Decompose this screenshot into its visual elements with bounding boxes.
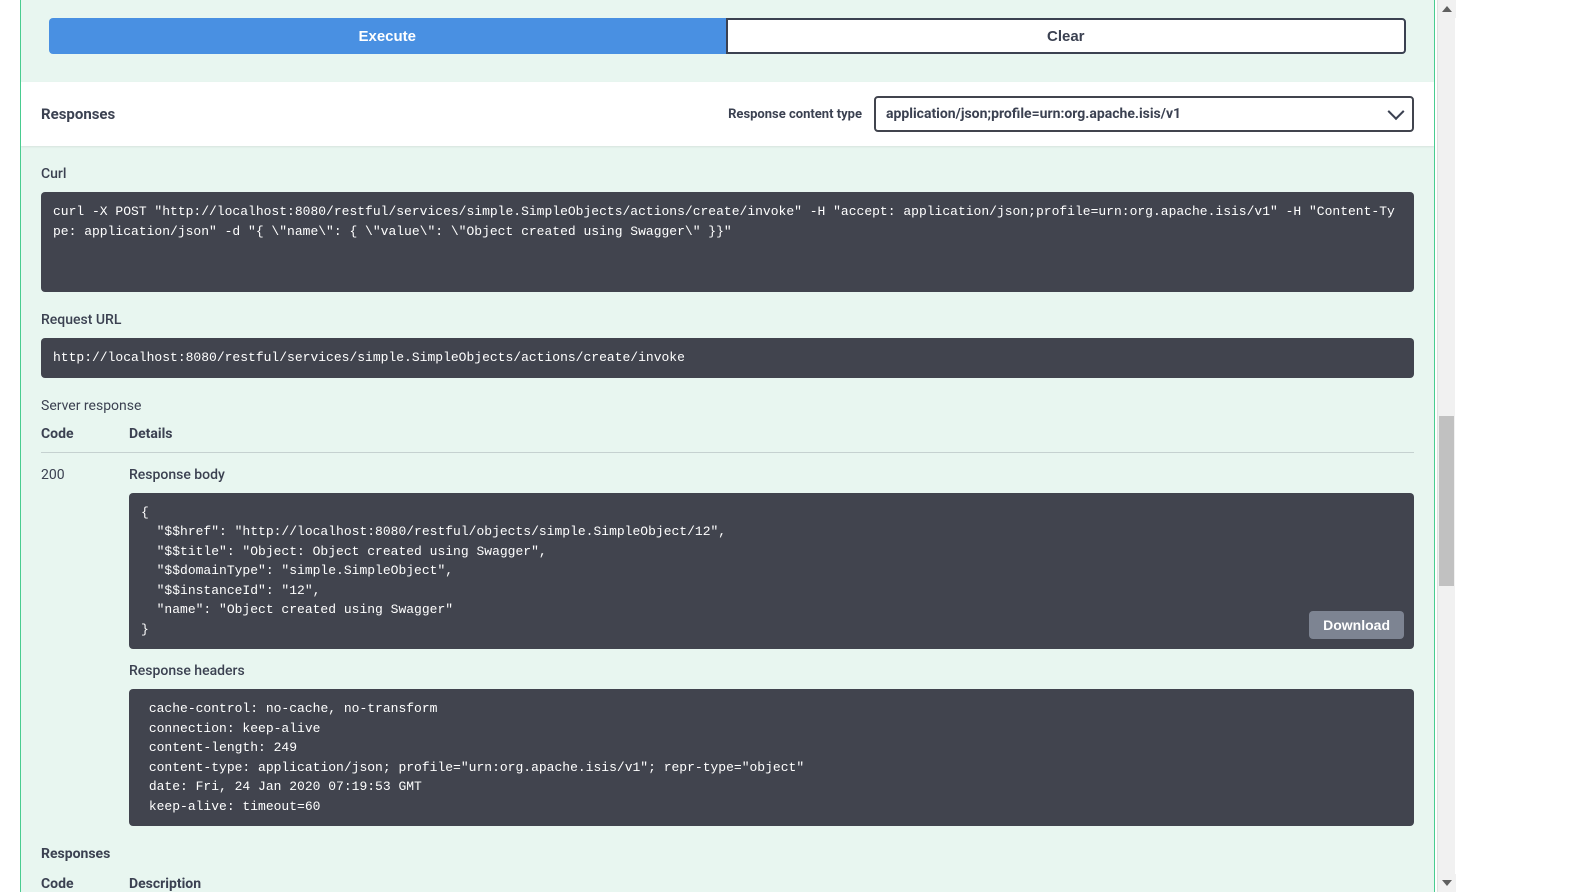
response-body-code[interactable]: { "$$href": "http://localhost:8080/restf… (129, 493, 1414, 650)
responses-title: Responses (41, 105, 115, 123)
response-details: Response body { "$$href": "http://localh… (129, 467, 1414, 827)
curl-code[interactable]: curl -X POST "http://localhost:8080/rest… (41, 192, 1414, 292)
scroll-up-icon[interactable] (1438, 0, 1456, 18)
execute-button[interactable]: Execute (49, 18, 726, 54)
vertical-scrollbar[interactable] (1437, 0, 1455, 892)
content-type-label: Response content type (728, 107, 862, 122)
response-code: 200 (41, 467, 129, 827)
action-button-row: Execute Clear (21, 0, 1434, 82)
request-url-code[interactable]: http://localhost:8080/restful/services/s… (41, 338, 1414, 378)
request-url-label: Request URL (41, 312, 1414, 328)
curl-label: Curl (41, 166, 1414, 182)
response-body-block: { "$$href": "http://localhost:8080/restf… (129, 493, 1414, 650)
responses-header-bar: Responses Response content type applicat… (21, 82, 1434, 146)
response-headers-label: Response headers (129, 663, 1414, 679)
curl-section: Curl curl -X POST "http://localhost:8080… (21, 146, 1434, 312)
server-response-table: Code Details 200 Response body { "$$href… (21, 426, 1434, 827)
content-type-select-wrap: application/json;profile=urn:org.apache.… (874, 96, 1414, 132)
content-type-select[interactable]: application/json;profile=urn:org.apache.… (874, 96, 1414, 132)
responses-doc-title: Responses (41, 846, 1414, 862)
code-header: Code (41, 426, 129, 442)
server-response-label: Server response (21, 398, 1434, 414)
request-url-section: Request URL http://localhost:8080/restfu… (21, 312, 1434, 398)
response-headers-code[interactable]: cache-control: no-cache, no-transform co… (129, 689, 1414, 826)
details-header: Details (129, 426, 1414, 442)
responses-doc-section: Responses Code Description 200 (21, 826, 1434, 892)
content-type-wrap: Response content type application/json;p… (728, 96, 1414, 132)
scroll-down-icon[interactable] (1438, 874, 1456, 892)
responses-doc-table-head: Code Description (41, 876, 1414, 892)
swagger-operation-panel: Execute Clear Responses Response content… (20, 0, 1435, 892)
code-header-2: Code (41, 876, 129, 892)
scroll-thumb[interactable] (1439, 416, 1454, 586)
server-response-row: 200 Response body { "$$href": "http://lo… (41, 467, 1414, 827)
clear-button[interactable]: Clear (726, 18, 1407, 54)
download-button[interactable]: Download (1309, 611, 1404, 639)
response-body-label: Response body (129, 467, 1414, 483)
server-response-table-head: Code Details (41, 426, 1414, 453)
description-header: Description (129, 876, 1414, 892)
